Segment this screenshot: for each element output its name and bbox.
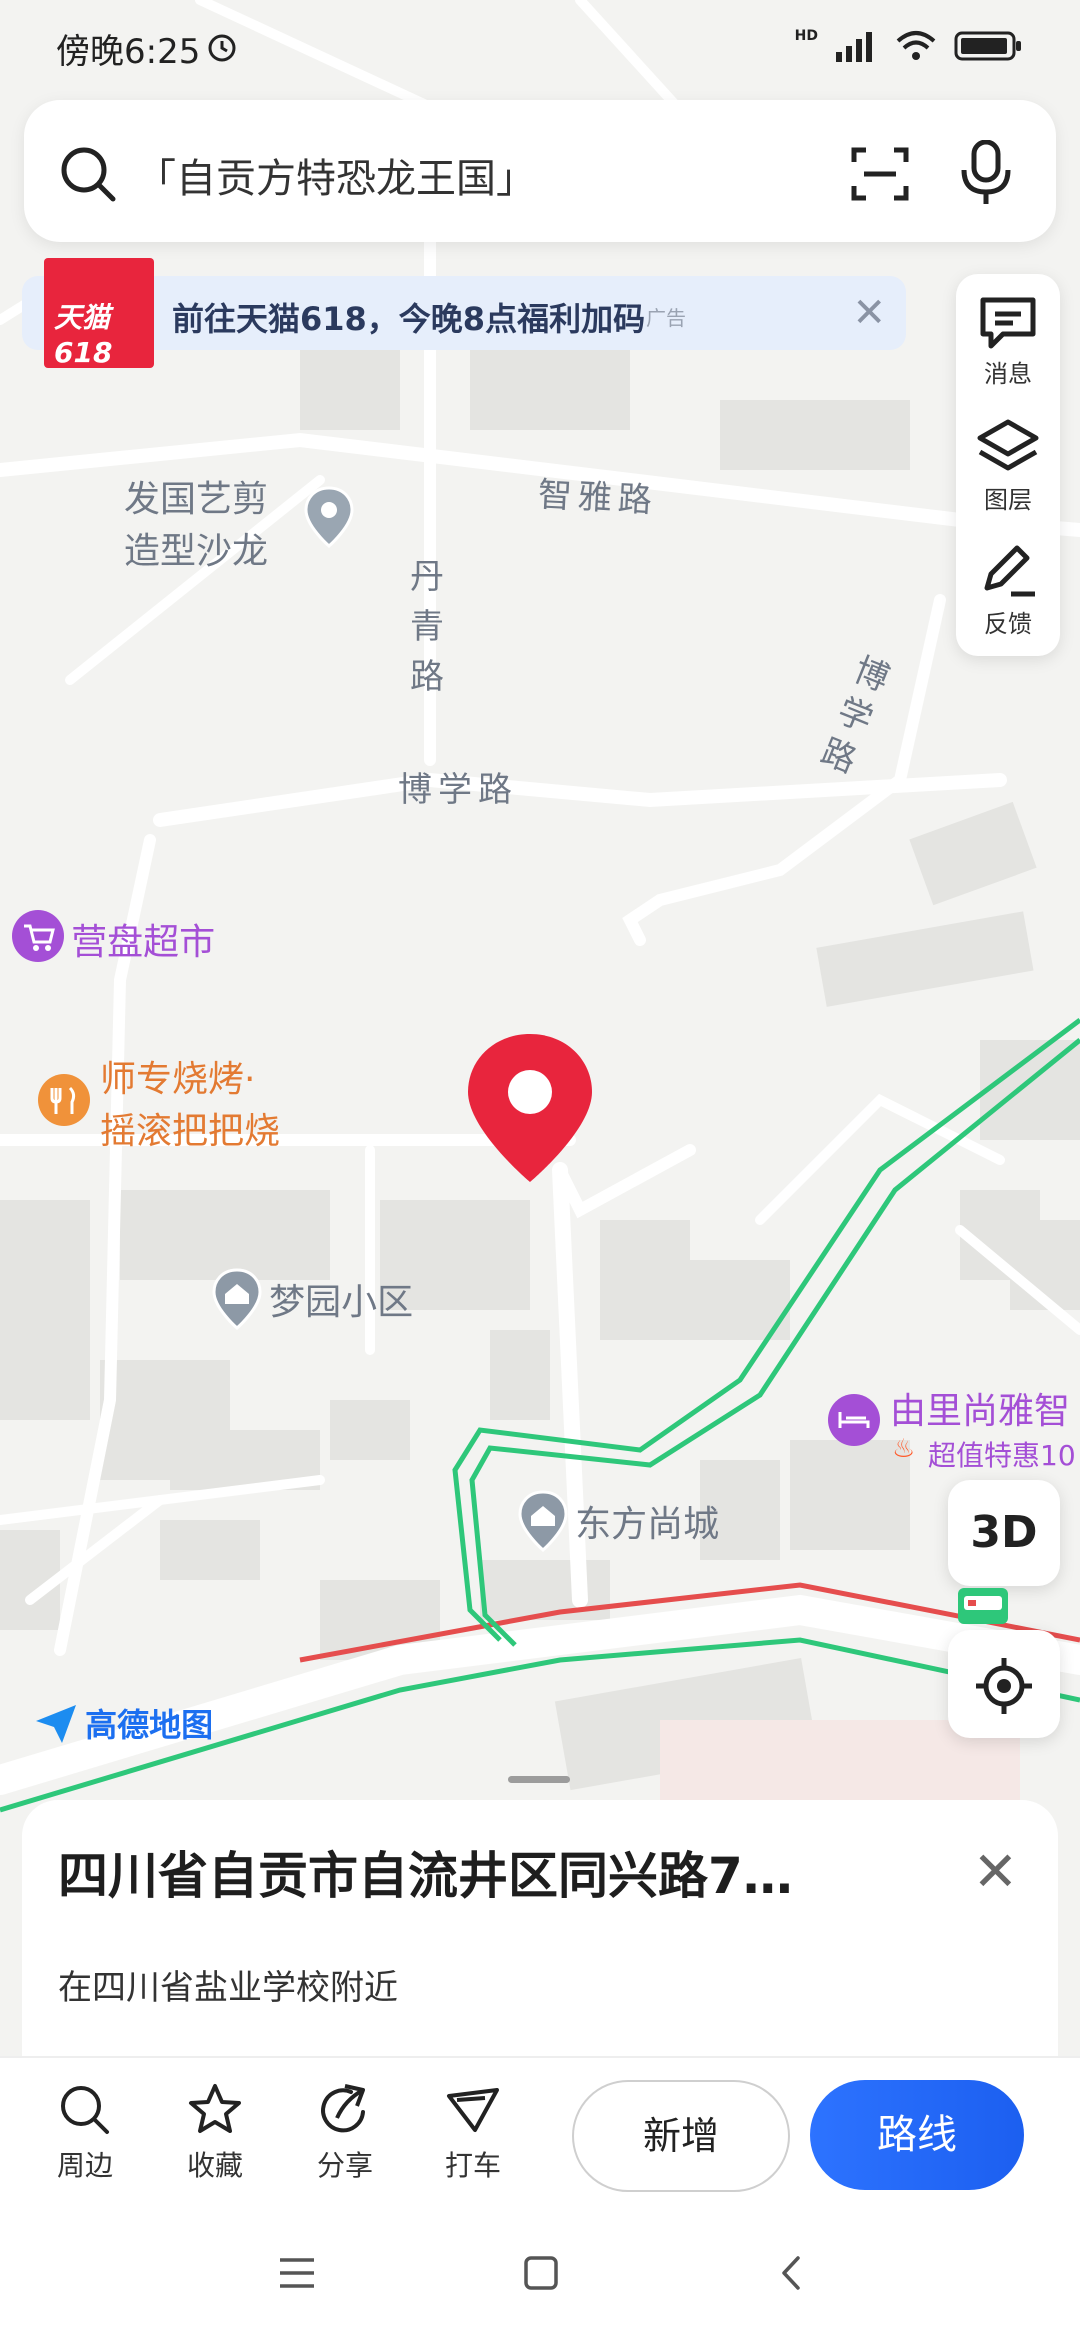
star-icon [189, 2084, 241, 2133]
taxi-label: 打车 [444, 2149, 501, 2182]
residence-icon [212, 1268, 262, 1330]
place-card-subtitle: 在四川省盐业学校附近 [58, 1968, 398, 2008]
home-icon[interactable] [522, 2254, 560, 2292]
poi-dongfang-name: 东方尚城 [575, 1504, 720, 1545]
system-nav-bar [0, 2210, 1080, 2340]
back-icon[interactable] [774, 2254, 808, 2292]
tmall-logo-text: 天猫618 [54, 301, 113, 369]
poi-mengyuan[interactable]: 梦园小区 [210, 1268, 413, 1330]
place-card-title: 四川省自贡市自流井区同兴路7… [58, 1847, 793, 1905]
share-icon [321, 2084, 365, 2133]
poi-market-name: 营盘超市 [71, 922, 216, 963]
poi-salon-name-line1: 发国艺剪 [124, 479, 269, 520]
route-button[interactable]: 路线 [810, 2080, 1024, 2190]
locate-button[interactable] [948, 1630, 1060, 1738]
ad-banner[interactable]: 天猫618 前往天猫618，今晚8点福利加码 广告 ✕ [22, 258, 906, 369]
favorite-button[interactable]: 收藏 [160, 2082, 270, 2184]
taxi-button[interactable]: 打车 [418, 2082, 528, 2184]
poi-bbq-name-line2: 摇滚把把烧 [100, 1111, 281, 1152]
tmall-logo: 天猫618 [44, 258, 154, 369]
road-label-danqing: 丹青路 [410, 557, 444, 697]
search-icon [61, 147, 116, 202]
search-bar[interactable]: 「自贡方特恐龙王国」 [24, 100, 1056, 242]
poi-market[interactable]: 营盘超市 [10, 908, 215, 970]
amap-logo: 高德地图 [32, 1700, 213, 1746]
amap-logo-text: 高德地图 [85, 1706, 214, 1744]
favorite-label: 收藏 [186, 2149, 243, 2182]
3d-button[interactable]: 3D [948, 1480, 1060, 1586]
poi-hotel-name: 由里尚雅智 [890, 1391, 1071, 1432]
battery-icon [954, 31, 1021, 61]
signal-icon [836, 32, 872, 62]
road-label-zhiya: 智雅路 [536, 474, 659, 522]
nearby-label: 周边 [56, 2149, 113, 2182]
poi-hotel-promo: 超值特惠10 [928, 1439, 1076, 1472]
search-icon [61, 2086, 109, 2134]
poi-mengyuan-name: 梦园小区 [269, 1282, 414, 1323]
locate-crosshair-icon [976, 1658, 1032, 1714]
poi-hotel[interactable]: 由里尚雅智 ♨ 超值特惠10 [826, 1382, 1080, 1492]
place-actions-bar: 周边 收藏 分享 打车 新增 路线 [0, 2056, 1080, 2210]
status-time: 傍晚6:25 [56, 32, 201, 72]
tool-feedback-label: 反馈 [984, 610, 1032, 638]
hotel-icon [828, 1394, 880, 1446]
taxi-icon [447, 2088, 499, 2132]
poi-salon[interactable]: 发国艺剪 造型沙龙 [124, 470, 268, 574]
tool-message[interactable]: 消息 [956, 294, 1060, 389]
navigation-arrow-icon [36, 1705, 76, 1743]
menu-icon[interactable] [278, 2256, 316, 2290]
poi-bbq[interactable]: 师专烧烤· 摇滚把把烧 [36, 1050, 280, 1154]
share-label: 分享 [316, 2149, 373, 2182]
poi-dongfang[interactable]: 东方尚城 [516, 1490, 719, 1552]
place-card[interactable]: 四川省自贡市自流井区同兴路7… ✕ 在四川省盐业学校附近 [22, 1800, 1058, 2060]
road-label-boxue: 博学路 [398, 770, 518, 810]
poi-bbq-name-line1: 师专烧烤· [100, 1059, 256, 1100]
status-bar: 傍晚6:25 HD [0, 0, 1080, 90]
restaurant-icon [38, 1074, 90, 1126]
alarm-icon [208, 34, 236, 62]
place-card-close-icon[interactable]: ✕ [973, 1840, 1018, 1903]
feedback-icon [984, 545, 1035, 597]
search-placeholder[interactable]: 「自贡方特恐龙王国」 [136, 146, 536, 204]
add-new-button[interactable]: 新增 [572, 2080, 790, 2192]
ad-title[interactable]: 前往天猫618，今晚8点福利加码 [172, 294, 645, 340]
fire-icon: ♨ [892, 1434, 916, 1464]
nearby-button[interactable]: 周边 [30, 2082, 140, 2184]
network-type-label: HD [794, 28, 818, 44]
map-tools-panel: 消息 图层 反馈 [956, 274, 1060, 656]
ad-tag: 广告 [646, 306, 686, 330]
microphone-icon[interactable] [958, 140, 1014, 206]
ad-close-icon[interactable]: ✕ [852, 290, 886, 336]
message-icon [980, 297, 1036, 349]
scan-icon[interactable] [850, 144, 910, 204]
layers-icon [977, 419, 1039, 471]
poi-salon-name-line2: 造型沙龙 [124, 531, 269, 572]
traffic-icon[interactable] [956, 1586, 1010, 1626]
tool-layers-label: 图层 [984, 486, 1032, 514]
share-button[interactable]: 分享 [290, 2082, 400, 2184]
shopping-cart-icon [12, 910, 64, 962]
residence-icon [518, 1490, 568, 1552]
sheet-drag-handle[interactable] [508, 1776, 570, 1783]
wifi-icon [896, 31, 936, 60]
tool-layers[interactable]: 图层 [956, 418, 1060, 515]
tool-feedback[interactable]: 反馈 [956, 542, 1060, 639]
status-icons: HD [795, 28, 1024, 64]
tool-message-label: 消息 [984, 360, 1032, 388]
poi-pin-icon[interactable] [302, 486, 356, 548]
location-pin-icon[interactable] [462, 1030, 598, 1190]
